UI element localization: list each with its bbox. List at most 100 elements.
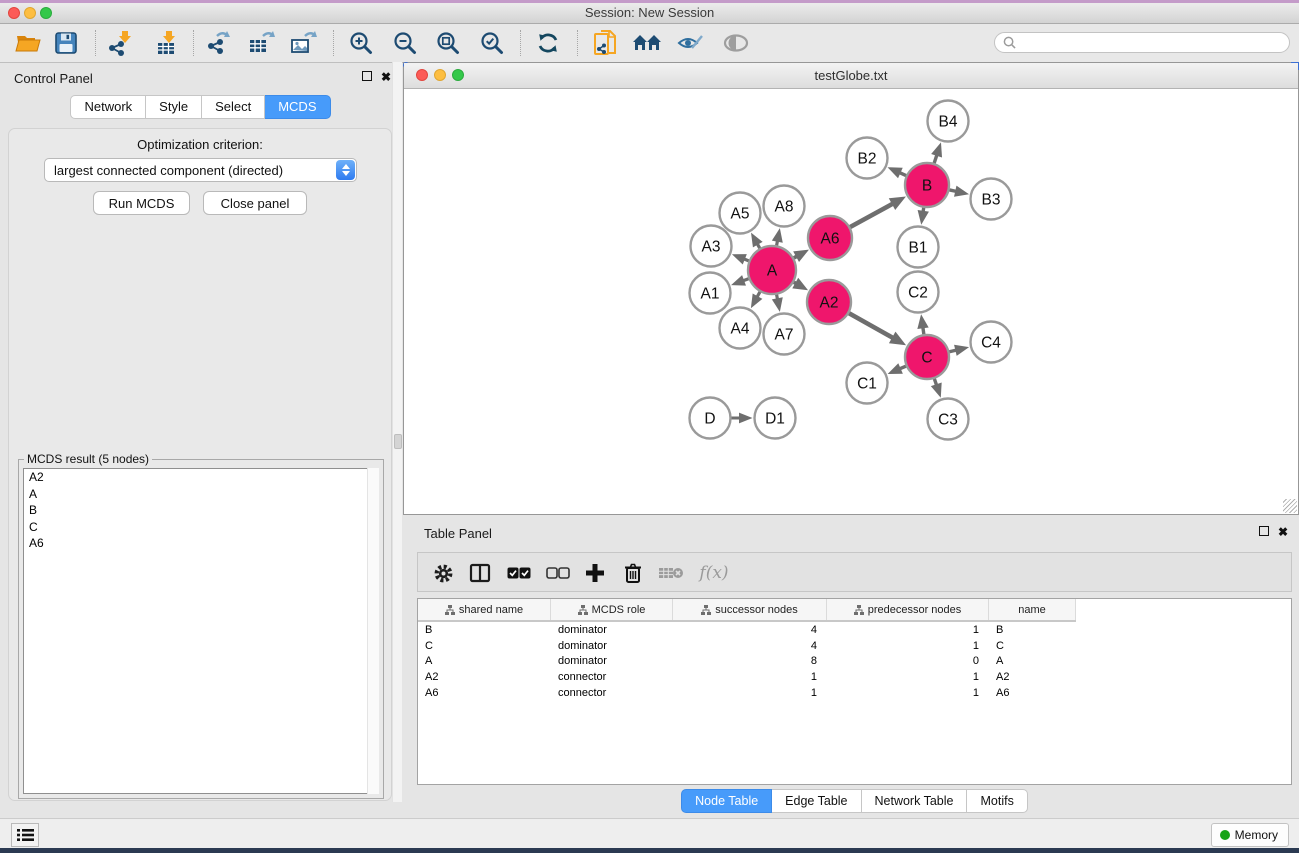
- tab-select[interactable]: Select: [202, 95, 265, 119]
- cell-shared-name[interactable]: C: [418, 640, 551, 652]
- node-A6[interactable]: A6: [808, 216, 852, 260]
- cell-mcds-role[interactable]: dominator: [551, 624, 673, 636]
- export-image-button[interactable]: [287, 28, 319, 58]
- cell-successor-nodes[interactable]: 8: [673, 655, 827, 667]
- float-table-panel-icon[interactable]: [1259, 526, 1269, 538]
- node-A3[interactable]: A3: [691, 226, 732, 267]
- close-table-panel-icon[interactable]: ✖: [1278, 526, 1288, 538]
- node-B2[interactable]: B2: [847, 138, 888, 179]
- node-A2[interactable]: A2: [807, 280, 851, 324]
- column-header-shared-name[interactable]: shared name: [418, 599, 551, 620]
- table-row-a6[interactable]: A6connector11A6: [418, 685, 1291, 701]
- table-tab-edge-table[interactable]: Edge Table: [772, 789, 861, 813]
- network-canvas[interactable]: B4B2BB3A8A5A6A3B1AC2A1A2A4A7C4CC1DD1C3: [404, 89, 1298, 514]
- export-network-button[interactable]: [202, 28, 234, 58]
- cell-successor-nodes[interactable]: 1: [673, 687, 827, 699]
- column-header-mcds-role[interactable]: MCDS role: [551, 599, 673, 620]
- table-row-b[interactable]: Bdominator41B: [418, 622, 1291, 638]
- cell-name[interactable]: B: [989, 624, 1076, 636]
- node-A4[interactable]: A4: [720, 308, 761, 349]
- edge-A-A5[interactable]: [751, 233, 763, 249]
- cell-name[interactable]: A2: [989, 671, 1076, 683]
- column-header-name[interactable]: name: [989, 599, 1076, 620]
- table-row-a2[interactable]: A2connector11A2: [418, 669, 1291, 685]
- edge-A-A6[interactable]: [793, 250, 809, 262]
- add-column-button[interactable]: [580, 558, 610, 588]
- edge-B-B4[interactable]: [931, 142, 942, 163]
- refresh-layout-button[interactable]: [532, 28, 564, 58]
- open-session-button[interactable]: [12, 28, 44, 58]
- tab-style[interactable]: Style: [146, 95, 202, 119]
- cell-shared-name[interactable]: A2: [418, 671, 551, 683]
- result-scrollbar[interactable]: [367, 468, 379, 794]
- zoom-out-button[interactable]: [389, 28, 421, 58]
- float-panel-icon[interactable]: [362, 71, 372, 83]
- delete-columns-button[interactable]: [618, 558, 648, 588]
- column-header-predecessor-nodes[interactable]: predecessor nodes: [827, 599, 989, 620]
- edge-A-A3[interactable]: [732, 254, 749, 264]
- table-tab-network-table[interactable]: Network Table: [862, 789, 968, 813]
- criterion-dropdown[interactable]: largest connected component (directed): [44, 158, 357, 182]
- cell-predecessor-nodes[interactable]: 1: [827, 640, 989, 652]
- cell-predecessor-nodes[interactable]: 0: [827, 655, 989, 667]
- search-input[interactable]: [1020, 35, 1289, 51]
- result-item-c[interactable]: C: [24, 519, 378, 536]
- import-table-button[interactable]: [151, 28, 183, 58]
- scrollbar-handle[interactable]: [394, 434, 402, 449]
- node-C3[interactable]: C3: [928, 399, 969, 440]
- network-window-titlebar[interactable]: testGlobe.txt: [404, 63, 1298, 89]
- node-B[interactable]: B: [905, 163, 949, 207]
- cell-predecessor-nodes[interactable]: 1: [827, 671, 989, 683]
- cell-predecessor-nodes[interactable]: 1: [827, 687, 989, 699]
- edge-D-D1[interactable]: [732, 413, 753, 424]
- network-graph[interactable]: B4B2BB3A8A5A6A3B1AC2A1A2A4A7C4CC1DD1C3: [404, 89, 1298, 515]
- edge-A2-C[interactable]: [849, 313, 906, 345]
- edge-B-B2[interactable]: [888, 167, 907, 178]
- delete-table-button[interactable]: [656, 558, 686, 588]
- table-tab-motifs[interactable]: Motifs: [967, 789, 1027, 813]
- import-network-button[interactable]: [104, 28, 136, 58]
- node-A[interactable]: A: [748, 246, 796, 294]
- edge-A-A4[interactable]: [751, 292, 763, 308]
- show-all-button[interactable]: [720, 28, 752, 58]
- cell-shared-name[interactable]: A: [418, 655, 551, 667]
- node-A7[interactable]: A7: [764, 314, 805, 355]
- edge-C-C2[interactable]: [917, 314, 928, 334]
- zoom-fit-button[interactable]: [432, 28, 464, 58]
- tab-mcds[interactable]: MCDS: [265, 95, 330, 119]
- table-settings-button[interactable]: [428, 558, 458, 588]
- hide-selected-button[interactable]: [674, 28, 706, 58]
- result-item-a[interactable]: A: [24, 486, 378, 503]
- node-A8[interactable]: A8: [764, 186, 805, 227]
- cell-shared-name[interactable]: A6: [418, 687, 551, 699]
- unselect-all-columns-button[interactable]: [543, 558, 573, 588]
- network-snapshot-button[interactable]: [589, 28, 621, 58]
- node-B3[interactable]: B3: [971, 179, 1012, 220]
- result-item-a6[interactable]: A6: [24, 535, 378, 552]
- node-B1[interactable]: B1: [898, 227, 939, 268]
- zoom-selected-button[interactable]: [476, 28, 508, 58]
- node-A5[interactable]: A5: [720, 193, 761, 234]
- select-all-columns-button[interactable]: [504, 558, 534, 588]
- search-field[interactable]: [994, 32, 1290, 53]
- cell-successor-nodes[interactable]: 4: [673, 624, 827, 636]
- control-panel-scrollbar[interactable]: [392, 62, 402, 802]
- cell-mcds-role[interactable]: connector: [551, 671, 673, 683]
- cell-successor-nodes[interactable]: 1: [673, 671, 827, 683]
- edge-B-B3[interactable]: [949, 186, 969, 197]
- cell-name[interactable]: A6: [989, 687, 1076, 699]
- task-history-button[interactable]: [11, 823, 39, 847]
- edge-C-C1[interactable]: [888, 363, 906, 374]
- export-table-button[interactable]: [245, 28, 277, 58]
- result-item-b[interactable]: B: [24, 502, 378, 519]
- mcds-result-list[interactable]: A2ABCA6: [23, 468, 379, 794]
- node-D[interactable]: D: [690, 398, 731, 439]
- cell-shared-name[interactable]: B: [418, 624, 551, 636]
- node-C1[interactable]: C1: [847, 363, 888, 404]
- node-C[interactable]: C: [905, 335, 949, 379]
- cell-mcds-role[interactable]: dominator: [551, 655, 673, 667]
- close-panel-button[interactable]: Close panel: [203, 191, 307, 215]
- edge-B-B1[interactable]: [918, 208, 929, 225]
- node-C4[interactable]: C4: [971, 322, 1012, 363]
- tab-network[interactable]: Network: [70, 95, 146, 119]
